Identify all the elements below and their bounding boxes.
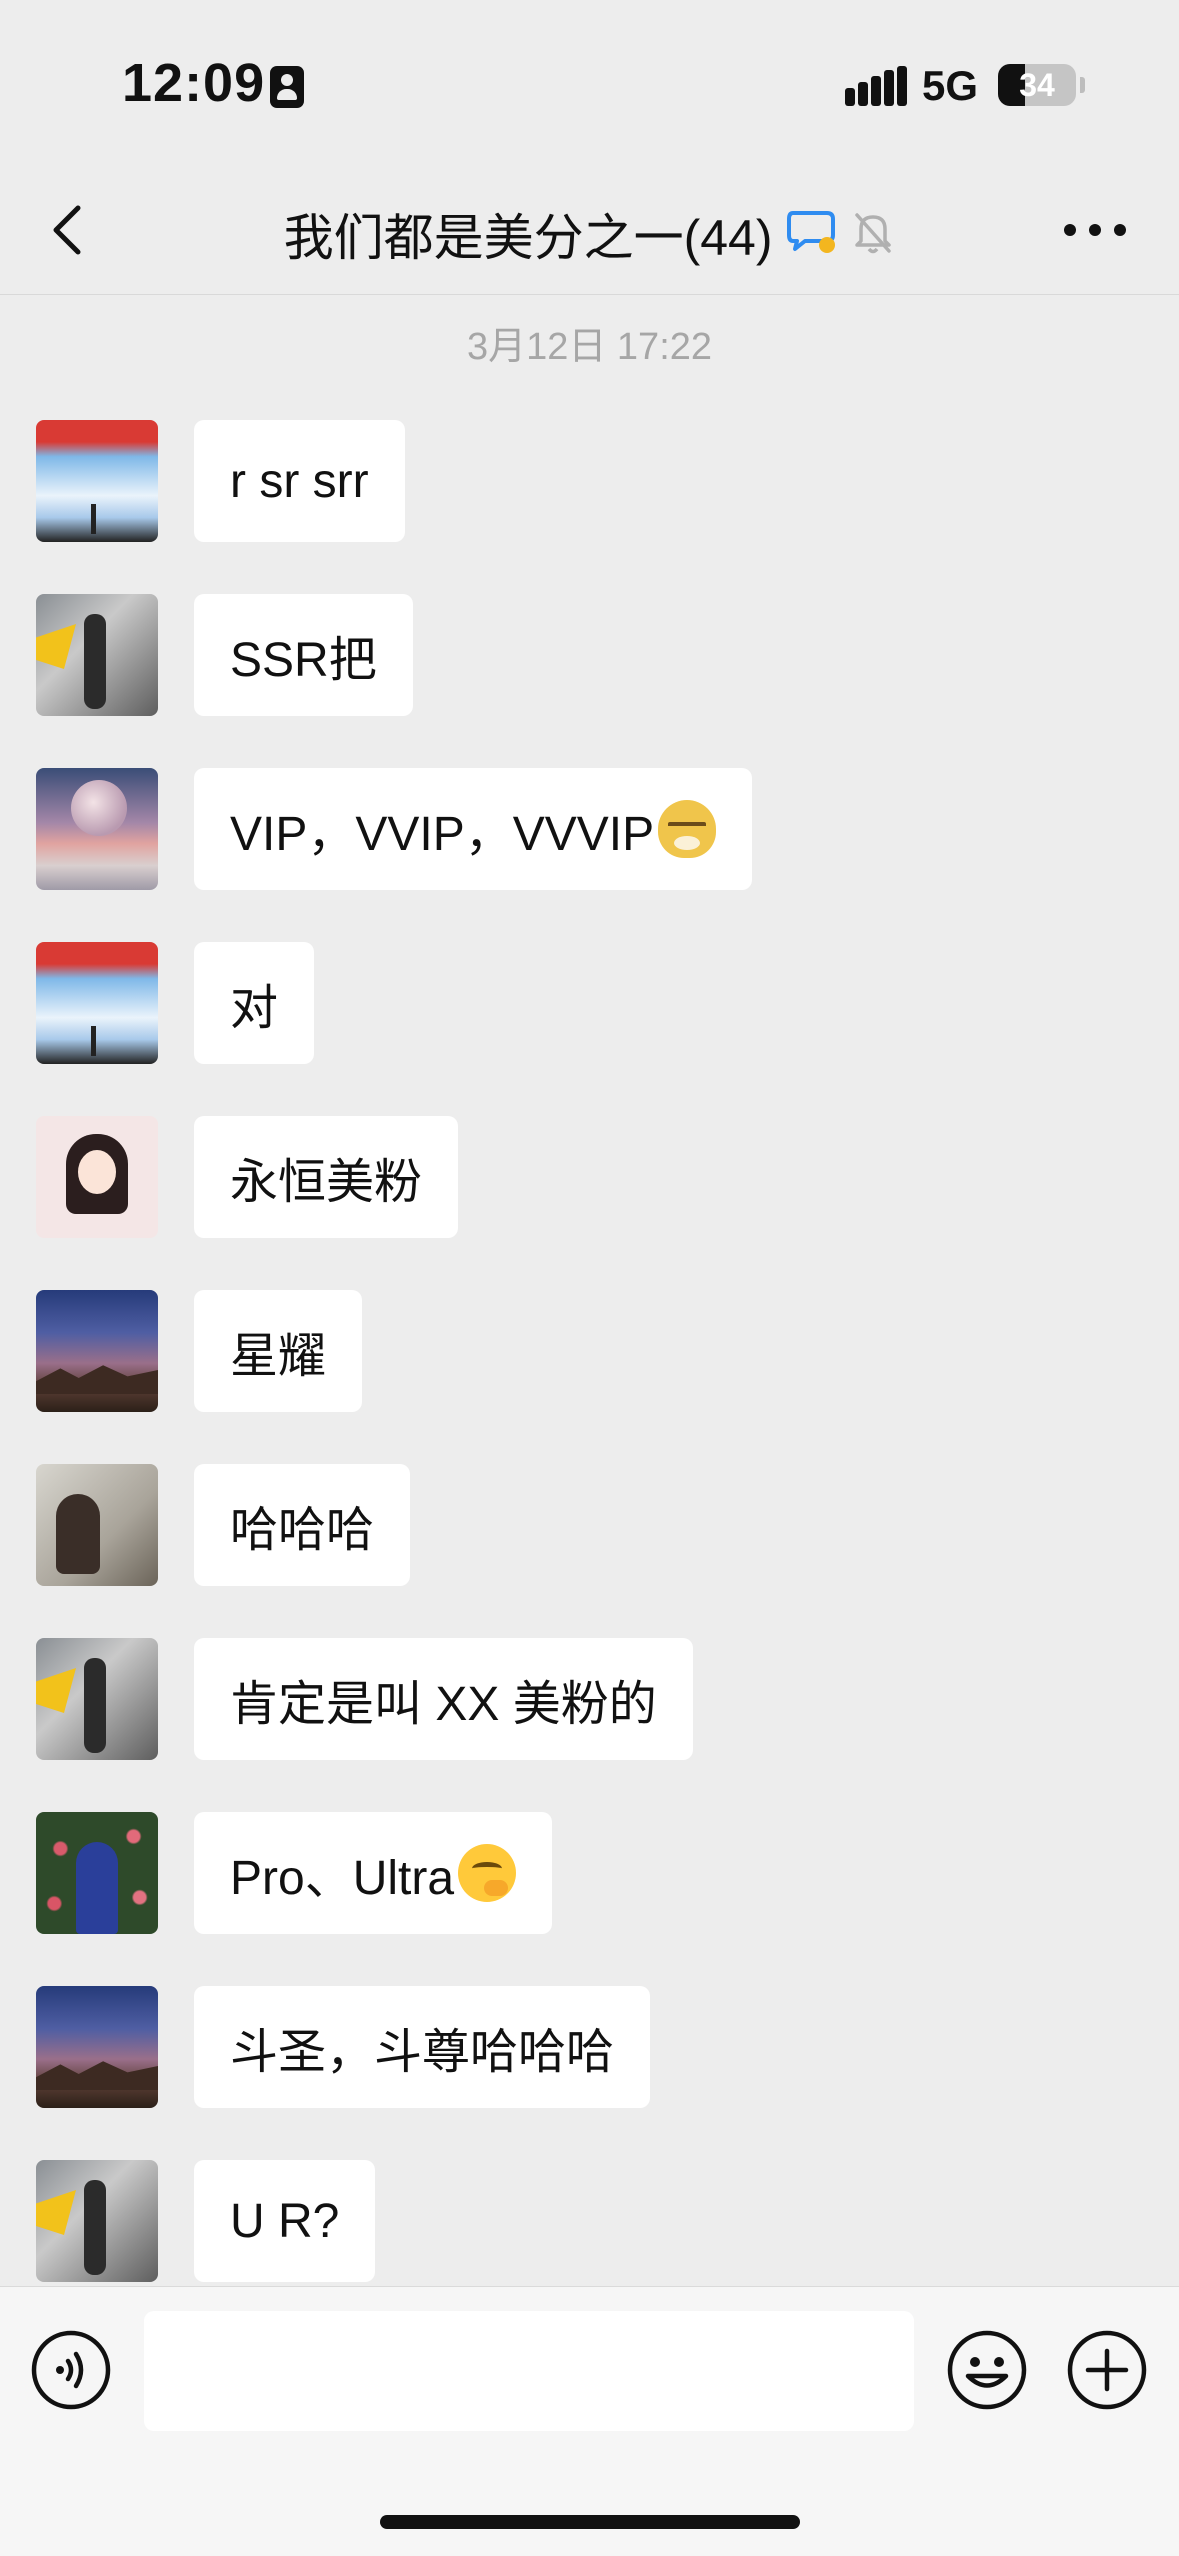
cellular-signal-icon bbox=[845, 66, 907, 106]
status-time: 12:09 bbox=[122, 53, 266, 113]
title-wrap: 我们都是美分之一(44) bbox=[0, 198, 1179, 270]
muted-bell-icon bbox=[851, 209, 895, 260]
message-row: 永恒美粉 bbox=[36, 1116, 459, 1240]
avatar[interactable] bbox=[36, 420, 158, 542]
message-text: 哈哈哈 bbox=[230, 1504, 375, 1557]
message-text: VIP，VVIP，VVVIP bbox=[230, 808, 655, 861]
message-text: Pro、Ultra bbox=[230, 1852, 455, 1905]
avatar[interactable] bbox=[36, 594, 158, 716]
message-bubble[interactable]: 肯定是叫 XX 美粉的 bbox=[194, 1638, 693, 1760]
voice-input-button[interactable] bbox=[30, 2329, 112, 2411]
message-row: 肯定是叫 XX 美粉的 bbox=[36, 1638, 693, 1762]
chat-title[interactable]: 我们都是美分之一(44) bbox=[284, 210, 773, 266]
message-bubble[interactable]: 哈哈哈 bbox=[194, 1464, 411, 1586]
message-bubble[interactable]: U R? bbox=[194, 2160, 376, 2282]
avatar[interactable] bbox=[36, 1638, 158, 1760]
smiley-icon bbox=[947, 2330, 1027, 2410]
message-text: r sr srr bbox=[230, 454, 369, 508]
voice-icon bbox=[31, 2330, 111, 2410]
battery-percent: 34 bbox=[1019, 67, 1055, 103]
message-row: VIP，VVIP，VVVIP bbox=[36, 768, 753, 892]
avatar[interactable] bbox=[36, 1986, 158, 2108]
more-functions-button[interactable] bbox=[1066, 2329, 1148, 2411]
home-indicator[interactable] bbox=[380, 2515, 800, 2529]
chat-bubble-icon bbox=[786, 209, 837, 260]
message-bubble[interactable]: 永恒美粉 bbox=[194, 1116, 459, 1238]
network-type: 5G bbox=[922, 62, 979, 109]
message-bubble[interactable]: 星耀 bbox=[194, 1290, 363, 1412]
message-row: 星耀 bbox=[36, 1290, 363, 1414]
message-row: 对 bbox=[36, 942, 315, 1066]
message-row: Pro、Ultra bbox=[36, 1812, 553, 1936]
avatar[interactable] bbox=[36, 2160, 158, 2282]
message-row: SSR把 bbox=[36, 594, 413, 718]
message-row: r sr srr bbox=[36, 420, 405, 544]
message-bubble[interactable]: 斗圣，斗尊哈哈哈 bbox=[194, 1986, 651, 2108]
avatar[interactable] bbox=[36, 1464, 158, 1586]
message-text: 星耀 bbox=[230, 1330, 327, 1383]
message-row: U R? bbox=[36, 2160, 376, 2284]
message-text: SSR把 bbox=[230, 634, 377, 687]
message-text: 对 bbox=[230, 982, 279, 1035]
battery-icon: 34 bbox=[998, 64, 1076, 106]
battery-cap bbox=[1080, 77, 1085, 93]
message-text: U R? bbox=[230, 2194, 340, 2248]
message-bubble[interactable]: VIP，VVIP，VVVIP bbox=[194, 768, 753, 890]
message-bubble[interactable]: Pro、Ultra bbox=[194, 1812, 553, 1934]
more-dots-icon bbox=[1064, 224, 1126, 236]
message-row: 斗圣，斗尊哈哈哈 bbox=[36, 1986, 651, 2110]
message-text: 肯定是叫 XX 美粉的 bbox=[230, 1678, 657, 1731]
avatar[interactable] bbox=[36, 1290, 158, 1412]
thinking-face-emoji-icon bbox=[458, 1844, 517, 1902]
message-text: 斗圣，斗尊哈哈哈 bbox=[230, 2026, 615, 2079]
doge-emoji-icon bbox=[658, 800, 717, 858]
message-input[interactable] bbox=[144, 2311, 914, 2431]
message-list[interactable]: r sr srr SSR把 VIP，VVIP，VVVIP 对 永恒美粉 星耀 哈… bbox=[0, 420, 1179, 2285]
emoji-button[interactable] bbox=[946, 2329, 1028, 2411]
avatar[interactable] bbox=[36, 768, 158, 890]
more-options-button[interactable] bbox=[1060, 200, 1130, 260]
message-row: 哈哈哈 bbox=[36, 1464, 411, 1588]
focus-person-icon bbox=[270, 66, 304, 108]
message-bubble[interactable]: SSR把 bbox=[194, 594, 413, 716]
status-bar: 12:09 5G 34 bbox=[0, 0, 1179, 170]
avatar[interactable] bbox=[36, 1812, 158, 1934]
avatar[interactable] bbox=[36, 942, 158, 1064]
message-bubble[interactable]: r sr srr bbox=[194, 420, 405, 542]
message-timestamp: 3月12日 17:22 bbox=[466, 326, 713, 368]
avatar[interactable] bbox=[36, 1116, 158, 1238]
message-text: 永恒美粉 bbox=[230, 1156, 423, 1209]
message-bubble[interactable]: 对 bbox=[194, 942, 315, 1064]
chat-header: 我们都是美分之一(44) bbox=[0, 170, 1179, 295]
plus-circle-icon bbox=[1067, 2330, 1147, 2410]
